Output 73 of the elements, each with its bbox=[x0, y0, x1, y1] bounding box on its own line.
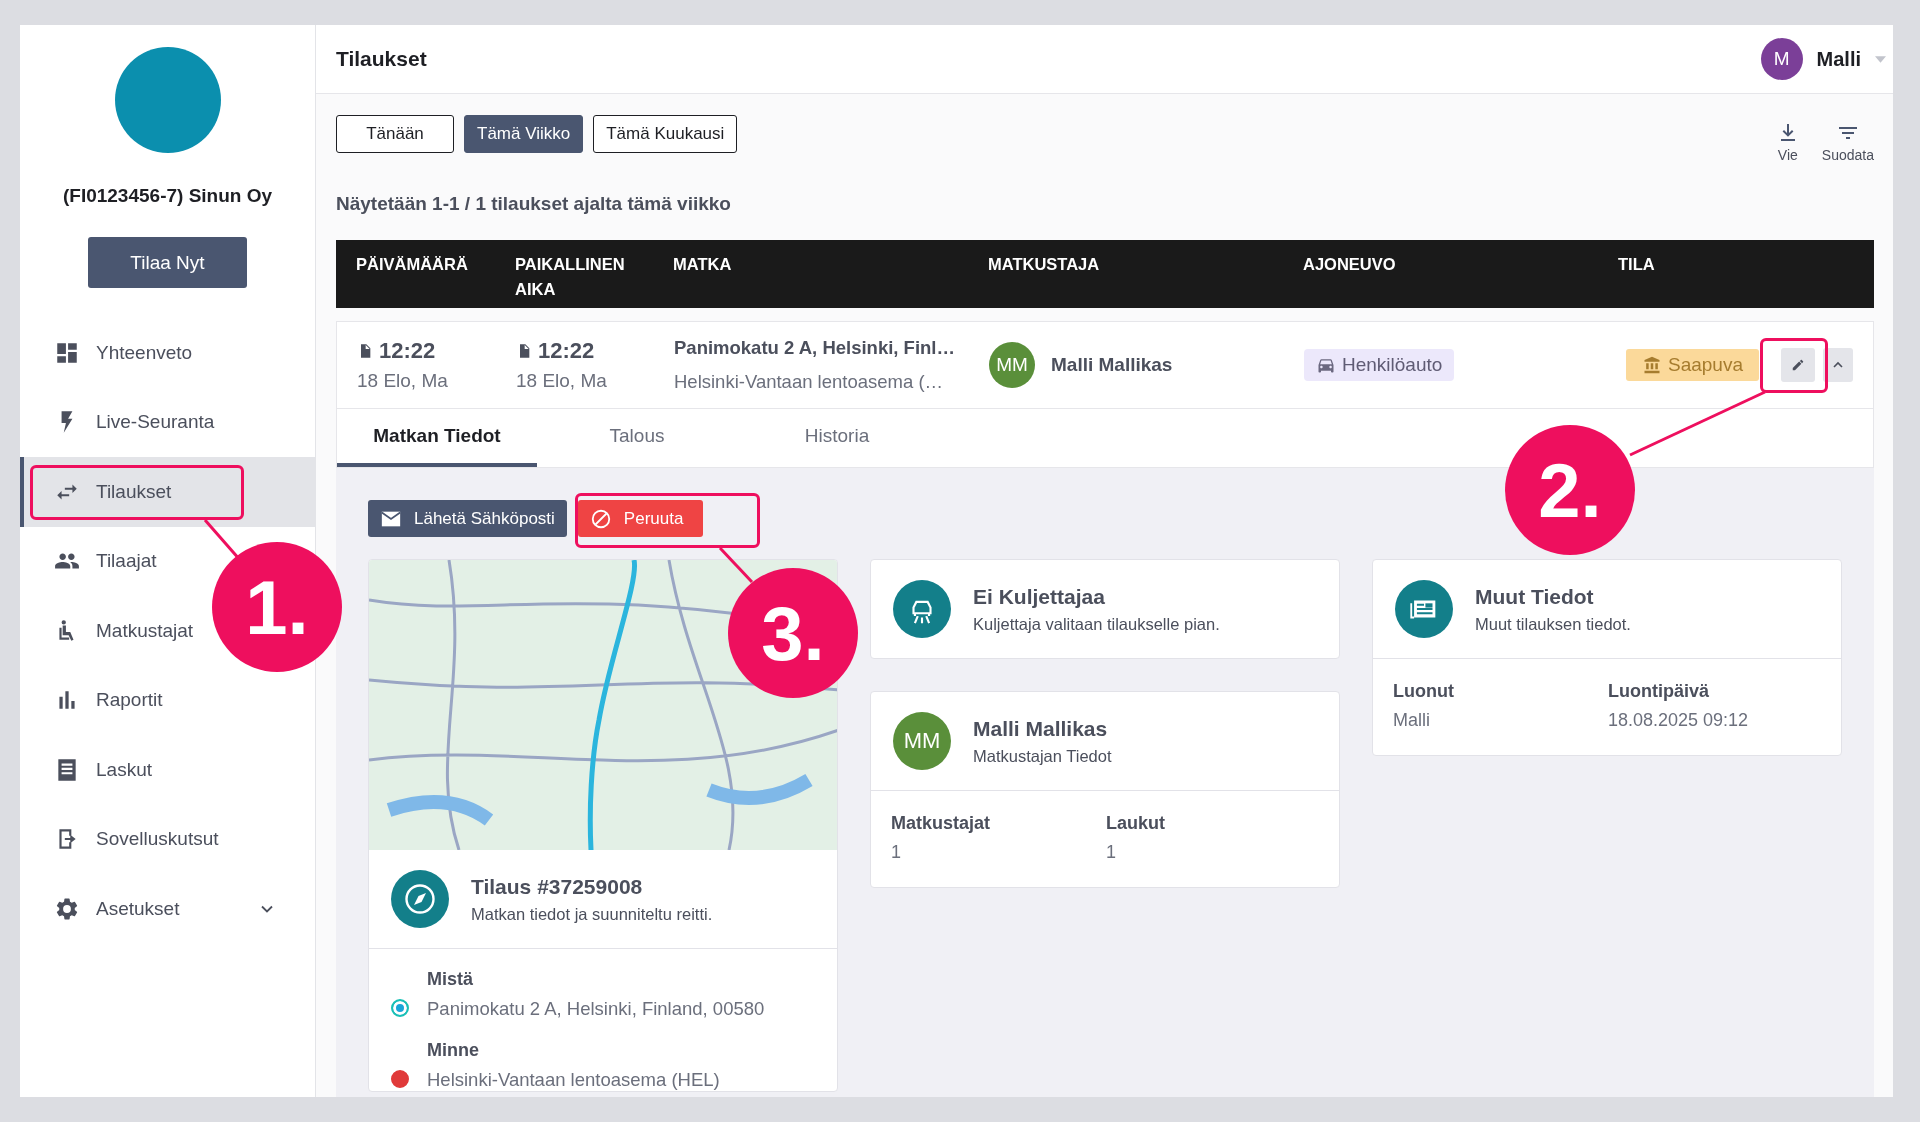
passenger-name: Malli Mallikas bbox=[1051, 354, 1173, 376]
compass-icon bbox=[391, 870, 449, 928]
origin-marker-icon bbox=[391, 999, 409, 1017]
date-text: 18 Elo, Ma bbox=[357, 370, 449, 392]
sidebar-item[interactable]: Tilaajat bbox=[20, 526, 157, 596]
user-name[interactable]: Malli bbox=[1816, 47, 1861, 71]
table-row[interactable]: 12:22 18 Elo, Ma 12:22 18 Elo, Ma Panimokatu 2 A, Helsinki, Finl… Helsinki-Vantaan lentoasema (… MM Malli Mallikas Henkilöauto Saapuva bbox=[336, 321, 1874, 409]
card-subtitle: Matkan tiedot ja suunniteltu reitti. bbox=[471, 904, 713, 924]
field-value: Malli bbox=[1393, 710, 1431, 731]
stop-address: Panimokatu 2 A, Helsinki, Finland, 00580 bbox=[427, 998, 765, 1020]
origin-address: Panimokatu 2 A, Helsinki, Finl… bbox=[674, 337, 956, 359]
column-header[interactable]: TILA bbox=[1618, 240, 1748, 308]
column-header[interactable]: MATKA bbox=[673, 240, 803, 308]
prohibited-icon bbox=[589, 507, 612, 530]
period-button[interactable]: Tämä Viikko bbox=[464, 115, 584, 153]
column-header[interactable]: MATKUSTAJA bbox=[988, 240, 1118, 308]
time-text: 12:22 bbox=[379, 338, 436, 364]
sidebar-item[interactable]: Asetukset bbox=[20, 874, 315, 944]
card-title: Malli Mallikas bbox=[973, 716, 1109, 741]
card-subtitle: Muut tilauksen tiedot. bbox=[1475, 614, 1631, 634]
field-label: Matkustajat bbox=[891, 813, 992, 834]
date-text: 18 Elo, Ma bbox=[516, 370, 608, 392]
newspaper-icon bbox=[1395, 580, 1453, 638]
company-name: (FI0123456-7) Sinun Oy bbox=[62, 185, 273, 207]
sidebar-item[interactable]: Raportit bbox=[20, 665, 163, 735]
sidebar-item[interactable]: Laskut bbox=[20, 735, 152, 805]
status-badge: Saapuva bbox=[1626, 349, 1759, 381]
results-summary: Näytetään 1-1 / 1 tilaukset ajalta tämä viikko bbox=[336, 193, 732, 215]
sidebar-item[interactable]: Sovelluskutsut bbox=[20, 804, 219, 874]
field-label: Luontipäivä bbox=[1608, 681, 1710, 702]
card-subtitle: Kuljettaja valitaan tilaukselle pian. bbox=[973, 614, 1220, 634]
destination-marker-icon bbox=[391, 1070, 409, 1088]
pencil-icon bbox=[1791, 358, 1805, 372]
sidebar-item[interactable]: Live-Seuranta bbox=[20, 387, 215, 457]
field-value: 1 bbox=[891, 842, 902, 863]
leader-line bbox=[718, 546, 754, 584]
column-header[interactable]: PAIKALLINEN AIKA bbox=[515, 240, 645, 308]
stop-label: Mistä bbox=[427, 969, 474, 990]
bank-icon bbox=[1642, 355, 1662, 375]
passenger-avatar: MM bbox=[893, 712, 951, 770]
sidebar-item[interactable]: Yhteenveto bbox=[20, 318, 193, 388]
highlight-frame bbox=[1760, 338, 1828, 393]
send-email-button[interactable]: Lähetä Sähköposti bbox=[368, 500, 567, 537]
edit-button[interactable] bbox=[1781, 348, 1815, 382]
period-button[interactable]: Tänään bbox=[336, 115, 454, 153]
order-now-button[interactable]: Tilaa Nyt bbox=[88, 237, 247, 288]
sidebar-item[interactable]: Tilaukset bbox=[20, 457, 315, 527]
field-value: 1 bbox=[1106, 842, 1117, 863]
toolbar-action-label[interactable]: Vie bbox=[1777, 147, 1798, 163]
field-value: 18.08.2025 09:12 bbox=[1608, 710, 1750, 731]
detail-tab[interactable]: Historia bbox=[737, 409, 937, 467]
field-label: Laukut bbox=[1106, 813, 1166, 834]
column-header[interactable]: PÄIVÄMÄÄRÄ bbox=[356, 240, 486, 308]
column-header[interactable]: AJONEUVO bbox=[1303, 240, 1433, 308]
period-button[interactable]: Tämä Kuukausi bbox=[593, 115, 738, 153]
page-title: Tilaukset bbox=[336, 47, 427, 71]
stop-label: Minne bbox=[427, 1040, 480, 1061]
sidebar-item[interactable]: Matkustajat bbox=[20, 596, 194, 666]
car-icon bbox=[893, 580, 951, 638]
card-title: Muut Tiedot bbox=[1475, 584, 1595, 609]
field-label: Luonut bbox=[1393, 681, 1455, 702]
passenger-avatar: MM bbox=[989, 342, 1035, 388]
toolbar-action-label[interactable]: Suodata bbox=[1821, 147, 1874, 163]
card-subtitle: Matkustajan Tiedot bbox=[973, 746, 1112, 766]
stop-address: Helsinki-Vantaan lentoasema (HEL) bbox=[427, 1069, 720, 1091]
time-text: 12:22 bbox=[538, 338, 595, 364]
user-avatar[interactable]: M bbox=[1760, 38, 1803, 80]
card-title: Tilaus #37259008 bbox=[471, 874, 644, 899]
detail-tab[interactable]: Talous bbox=[537, 409, 737, 467]
card-title: Ei Kuljettajaa bbox=[973, 584, 1106, 609]
cancel-button[interactable]: Peruuta bbox=[577, 500, 704, 537]
vehicle-badge: Henkilöauto bbox=[1304, 349, 1455, 381]
destination-address: Helsinki-Vantaan lentoasema (… bbox=[674, 371, 945, 393]
